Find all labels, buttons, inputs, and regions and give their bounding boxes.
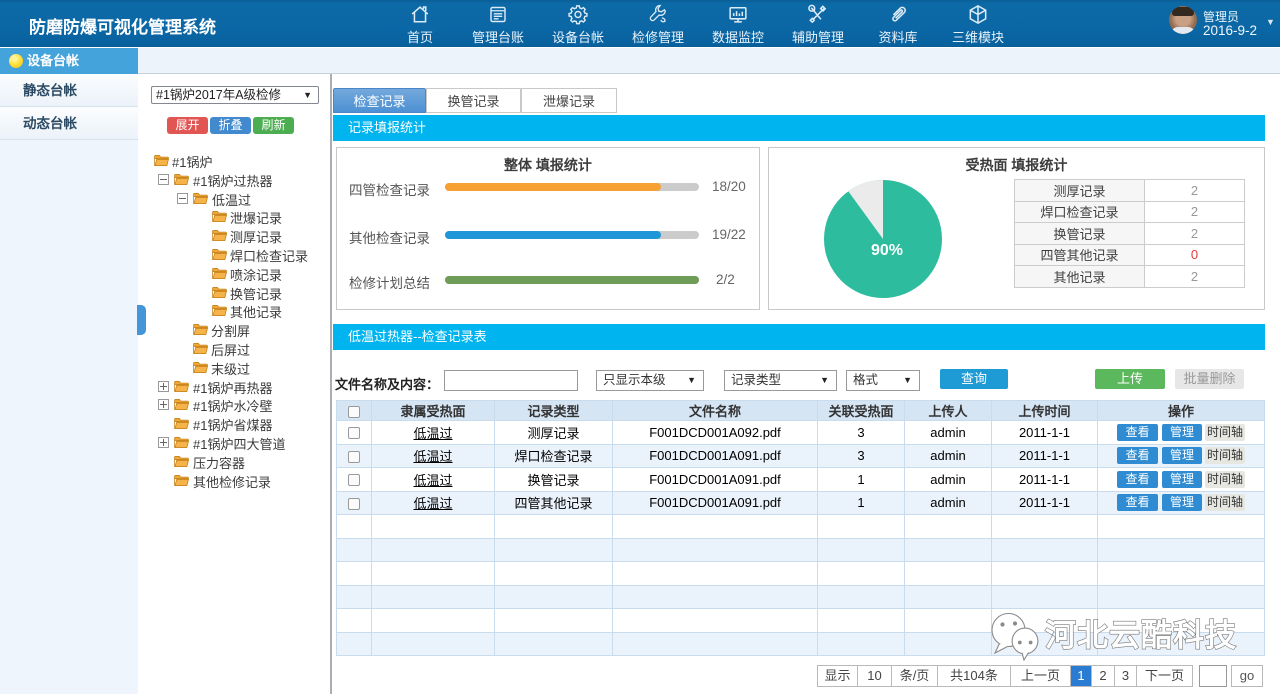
svg-text:河北云酷科技: 河北云酷科技	[1045, 618, 1237, 653]
svg-text:90%: 90%	[871, 242, 903, 259]
